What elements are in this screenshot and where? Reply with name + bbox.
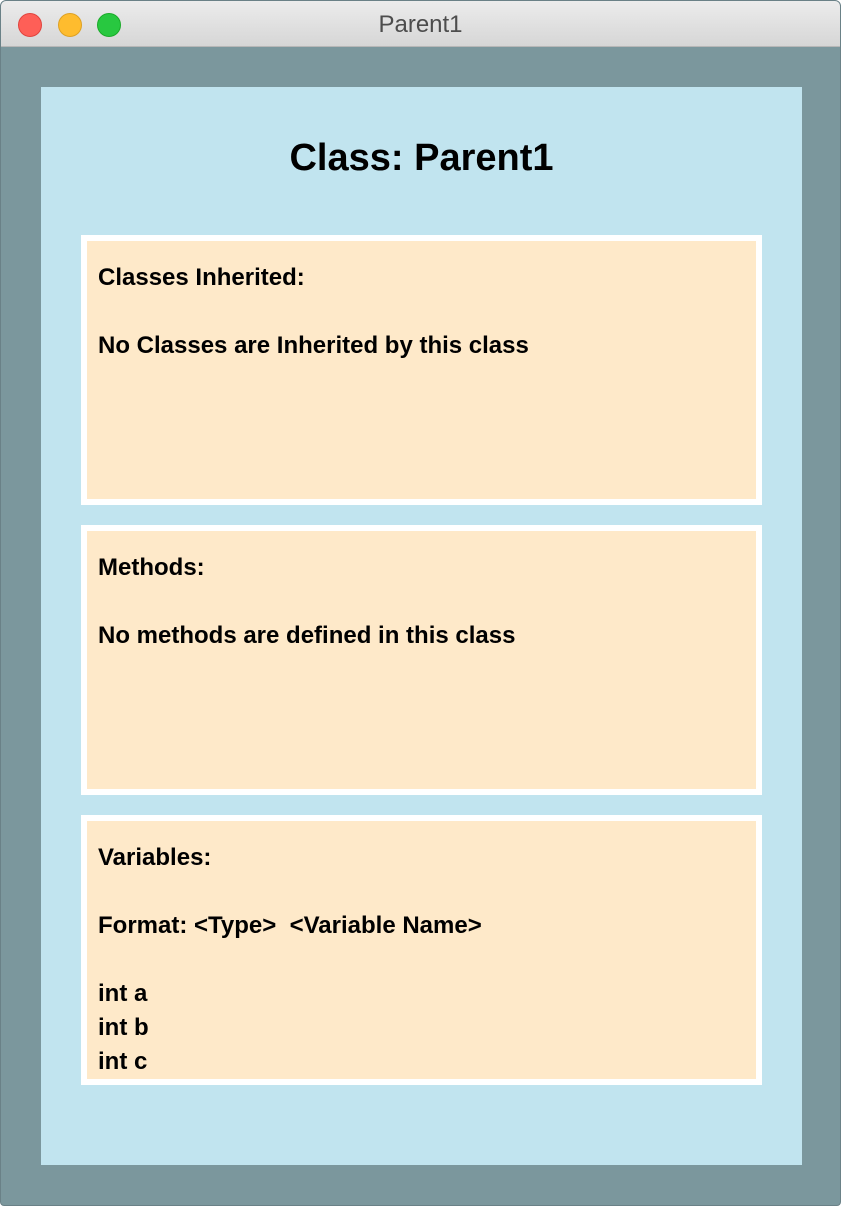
app-window: Parent1 Class: Parent1 Classes Inherited… — [0, 0, 841, 1206]
inherited-label: Classes Inherited: — [98, 264, 305, 291]
variable-item: int a — [98, 980, 148, 1007]
methods-panel-body: Methods: No methods are defined in this … — [87, 531, 756, 789]
variables-format: Format: <Type> <Variable Name> — [98, 912, 482, 939]
methods-text: No methods are defined in this class — [98, 622, 516, 649]
inherited-panel: Classes Inherited: No Classes are Inheri… — [81, 235, 762, 505]
variables-label: Variables: — [98, 844, 212, 871]
title-bar[interactable]: Parent1 — [1, 1, 840, 47]
variable-item: int b — [98, 1014, 149, 1041]
methods-label: Methods: — [98, 554, 205, 581]
variables-panel-body: Variables: Format: <Type> <Variable Name… — [87, 821, 756, 1079]
window-title: Parent1 — [378, 11, 463, 38]
variables-panel: Variables: Format: <Type> <Variable Name… — [81, 815, 762, 1085]
variable-item: int c — [98, 1048, 148, 1075]
inherited-panel-body: Classes Inherited: No Classes are Inheri… — [87, 241, 756, 499]
inherited-text: No Classes are Inherited by this class — [98, 332, 529, 359]
class-view-content: Class: Parent1 Classes Inherited: No Cla… — [41, 87, 802, 1165]
methods-panel: Methods: No methods are defined in this … — [81, 525, 762, 795]
page-title: Class: Parent1 — [289, 137, 554, 179]
